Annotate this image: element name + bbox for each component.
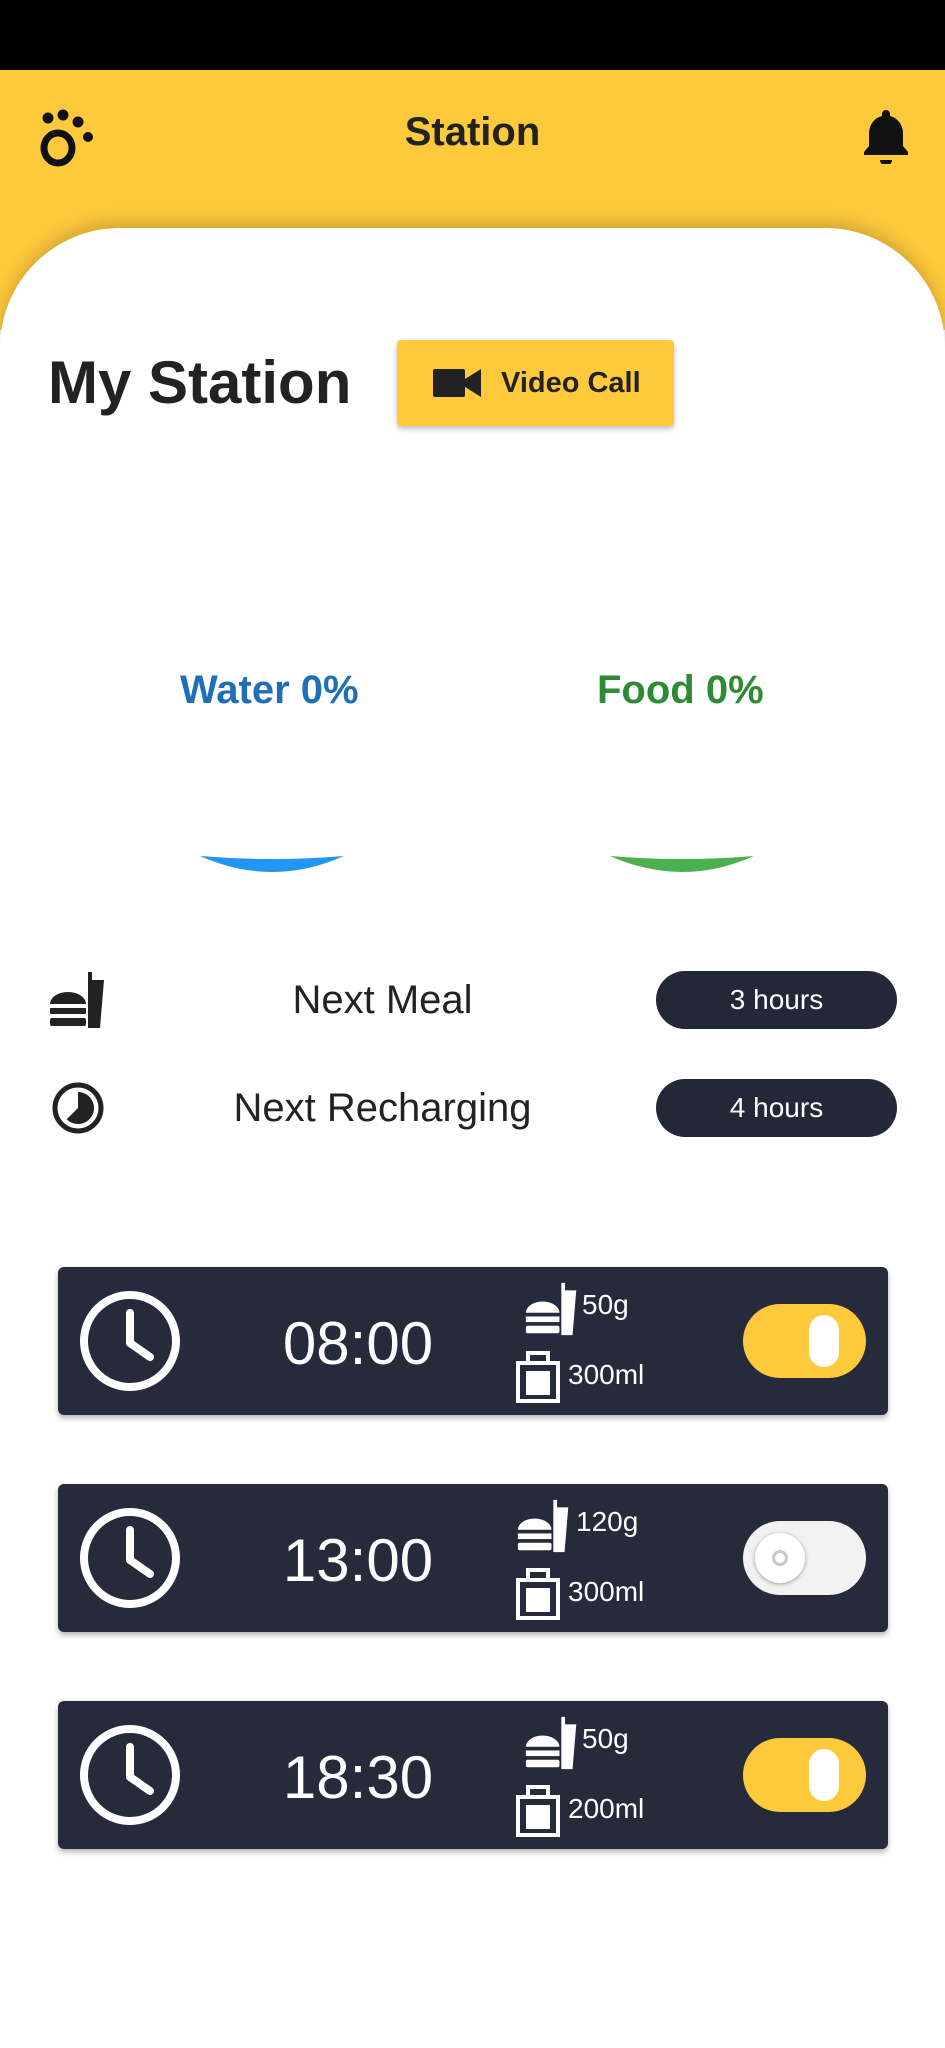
water-level-label: Water 0% xyxy=(180,668,359,712)
clock-icon xyxy=(80,1291,180,1391)
next-recharging-row: Next Recharging 4 hours xyxy=(0,1078,945,1138)
toggle-knob xyxy=(755,1533,805,1583)
clock-icon xyxy=(80,1725,180,1825)
video-camera-icon xyxy=(433,369,481,397)
fastfood-icon xyxy=(525,1716,577,1770)
water-level-indicator xyxy=(200,856,344,872)
app-bar-title: Station xyxy=(404,110,541,154)
next-meal-label: Next Meal xyxy=(292,978,473,1022)
schedule-toggle[interactable] xyxy=(743,1521,866,1595)
next-recharging-label: Next Recharging xyxy=(233,1086,532,1130)
status-bar xyxy=(0,0,945,70)
schedule-time: 13:00 xyxy=(282,1527,434,1594)
clock-icon xyxy=(80,1508,180,1608)
fastfood-icon xyxy=(525,1282,577,1336)
food-level-label: Food 0% xyxy=(597,668,764,712)
schedule-card[interactable]: 13:00 120g 300ml xyxy=(58,1484,888,1632)
fastfood-icon xyxy=(50,972,104,1028)
schedule-water-amount: 200ml xyxy=(568,1793,645,1824)
schedule-toggle[interactable] xyxy=(743,1304,866,1378)
schedule-water-amount: 300ml xyxy=(568,1576,645,1607)
schedule-toggle[interactable] xyxy=(743,1738,866,1812)
toggle-knob xyxy=(809,1315,839,1367)
water-container-icon xyxy=(516,1785,560,1837)
schedule-water-amount: 300ml xyxy=(568,1359,645,1390)
toggle-knob xyxy=(809,1749,839,1801)
fastfood-icon xyxy=(517,1499,569,1553)
bell-icon[interactable] xyxy=(862,108,910,164)
next-recharging-value: 4 hours xyxy=(656,1079,897,1137)
schedule-food-amount: 50g xyxy=(582,1723,629,1754)
timelapse-icon xyxy=(52,1082,104,1134)
water-container-icon xyxy=(516,1568,560,1620)
schedule-time: 08:00 xyxy=(282,1310,434,1377)
schedule-food-amount: 120g xyxy=(576,1506,639,1537)
schedule-card[interactable]: 08:00 50g 300ml xyxy=(58,1267,888,1415)
next-meal-value: 3 hours xyxy=(656,971,897,1029)
page-title: My Station xyxy=(48,349,352,416)
next-meal-row: Next Meal 3 hours xyxy=(0,970,945,1030)
video-call-button[interactable]: Video Call xyxy=(397,340,674,426)
food-level-indicator xyxy=(610,856,754,872)
video-call-label: Video Call xyxy=(501,366,641,399)
schedule-card[interactable]: 18:30 50g 200ml xyxy=(58,1701,888,1849)
schedule-food-amount: 50g xyxy=(582,1289,629,1320)
schedule-time: 18:30 xyxy=(282,1744,434,1811)
water-container-icon xyxy=(516,1351,560,1403)
